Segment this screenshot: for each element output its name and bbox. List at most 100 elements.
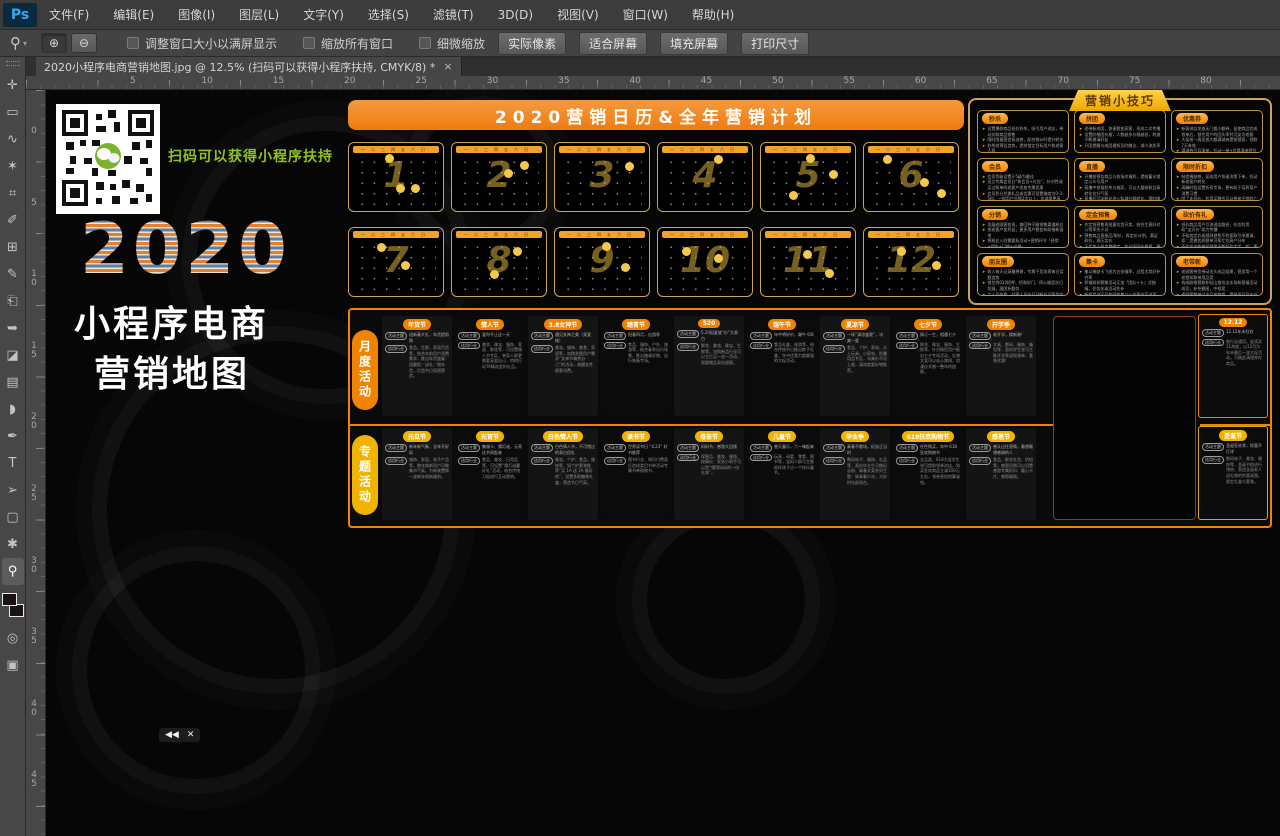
menu-item-3D[interactable]: 3D(D) [486,0,545,30]
eraser-tool[interactable]: ◪ [2,342,24,369]
screen-mode-button[interactable]: ▣ [2,652,24,679]
document-tab-bar: 2020小程序电商营销地图.jpg @ 12.5% (扫码可以获得小程序扶持, … [26,57,1280,76]
industry-row: 适用行业数码电子、服饰、礼品等，面向毕业生可做纪念册、青春文案系列主题：致青春少… [823,457,887,485]
bullet-text: 先定钱预售再批量拉货开卖，结合生意好对公等率先小试 [1084,222,1161,233]
theme-row: 活动主题集福卡、猜灯谜，元宵佳节闹起来 [458,444,522,455]
activity-card-title: 元旦节 [403,431,431,442]
foreground-color[interactable] [2,593,17,606]
bullet-text: 大促前一周发放大额满减券提前锁客，领取7天有效 [1181,137,1258,148]
palette-grip[interactable] [6,61,20,66]
tip-card-bullet: ➤满减券引导凑单，拉动一单+优惠凑单提升客单价 [1176,148,1258,152]
document-canvas[interactable]: 扫码可以获得小程序扶持2020小程序电商营销地图2020营销日历&全年营销计划一… [46,90,1280,836]
magic-wand-tool[interactable]: ✶ [2,153,24,180]
theme-tag: 活动主题 [896,444,918,452]
lasso-tool[interactable]: ∿ [2,126,24,153]
industry-text: 美妆、服饰、美食、家居等，加购发掘用户需求“女神节犒赏自己”的活动，唤醒女性顾客… [555,345,595,373]
zoom-tool-icon[interactable]: ⚲ [10,34,21,52]
industry-row: 适用行业全品类，618大促学生党可提前领券进店，购买狂欢商品立减300元左右，领… [896,457,960,485]
menu-item-选择[interactable]: 选择(S) [356,0,421,30]
media-overlay[interactable]: ◀◀ ✕ [159,728,200,742]
menu-item-滤镜[interactable]: 滤镜(T) [421,0,486,30]
shape-tool[interactable]: ▢ [2,504,24,531]
theme-text: 收开学，焕新装! [993,332,1023,338]
clone-stamp-tool[interactable]: ⎗ [2,288,24,315]
menu-item-图层[interactable]: 图层(L) [227,0,291,30]
calendar-weekday-header: 一二三四五六日 [559,146,645,153]
bullet-text: 低价商品用户引流进店路径，任务利用砍“宝贝价”助力传播 [1181,222,1258,233]
color-swatches[interactable] [2,591,24,621]
checkbox[interactable] [303,37,315,49]
zoom-out-button[interactable]: ⊖ [71,33,97,53]
industry-tag: 适用行业 [677,454,699,462]
theme-text: 阳春四月，出游季 [628,332,660,338]
bullet-text: 积福知如裂聚活动正加「团队+卡」式抽福，任务化或活动先补 [1084,280,1161,291]
eyedropper-tool[interactable]: ✐ [2,207,24,234]
bullet-text: 满减券引导凑单，拉动一单+优惠凑单提升客单价 [1181,148,1258,152]
options-button[interactable]: 填充屏幕 [660,32,728,55]
zoom-tool[interactable]: ⚲ [2,558,24,585]
tip-card: 优惠券➤新客进店发放无门槛小额券，促使商品完成首单后，锁住用户的回头率并沉淀为老… [1171,110,1263,153]
tip-card-bullet: ➤预售商品直接品/限价，再定价计划，满足砍价，再压实价 [1079,233,1161,244]
healing-brush-tool[interactable]: ⊞ [2,234,24,261]
menu-item-图像[interactable]: 图像(I) [166,0,227,30]
marquee-tool[interactable]: ▭ [2,99,24,126]
theme-row: 活动主题一场“清凉盛夏”，冰爽一夏 [823,332,887,343]
theme-text: 任性购买，年中 618 狂欢购物节 [920,444,960,455]
blur-tool[interactable]: ◗ [2,396,24,423]
menu-item-文件[interactable]: 文件(F) [37,0,101,30]
close-icon[interactable]: ✕ [187,730,195,740]
menu-item-文字[interactable]: 文字(Y) [291,0,356,30]
menu-item-帮助[interactable]: 帮助(H) [680,0,746,30]
rewind-icon[interactable]: ◀◀ [165,730,179,740]
options-button[interactable]: 实际像素 [498,32,566,55]
option-checkbox-group: 缩放所有窗口 [303,35,393,52]
tip-card-bullet: ➤积福知如裂聚活动正加「团队+卡」式抽福，任务化或活动先补 [1079,280,1161,291]
industry-text: 食品、美妆、日用品等，可设置“猜灯谜赢好礼”活动，结合传统习俗进行互动营销。 [482,457,522,479]
ruler-tick-label: 5 [130,76,136,86]
theme-tag: 活动主题 [385,332,407,340]
ripple-decoration [86,560,306,780]
calendar-month: 一二三四五六日9 [554,227,650,297]
bullet-icon: ➤ [1079,174,1082,185]
industry-row: 适用行业数码电子、美妆、服饰等，圣诞节前进行预热，营造圣诞老人送礼物的惊喜氛围，… [1202,456,1264,484]
calendar-month-number: 10 [658,240,752,281]
calendar-highlight-dot [396,184,405,193]
type-tool[interactable]: T [2,450,24,477]
options-bar: ⚲ ▾ ⊕ ⊖ 调整窗口大小以满屏显示缩放所有窗口细微缩放 实际像素适合屏幕填充… [0,30,1280,57]
photoshop-logo: Ps [3,3,37,27]
band-divider [350,424,1054,426]
tab-close-icon[interactable]: × [443,60,452,73]
hand-tool[interactable]: ✱ [2,531,24,558]
checkbox[interactable] [419,37,431,49]
zoom-in-button[interactable]: ⊕ [41,33,67,53]
options-button[interactable]: 适合屏幕 [579,32,647,55]
theme-text: 一场“清凉盛夏”，冰爽一夏 [847,332,887,343]
move-tool[interactable]: ✛ [2,72,24,99]
pen-tool[interactable]: ✒ [2,423,24,450]
activity-card: 12.12活动主题12.12年末狂欢适用行业各行业通用，延续双11热度，以12月… [1198,314,1268,418]
document-tab[interactable]: 2020小程序电商营销地图.jpg @ 12.5% (扫码可以获得小程序扶持, … [36,57,462,76]
bullet-icon: ➤ [1079,233,1082,244]
activity-card-title: 儿童节 [768,431,796,442]
history-brush-tool[interactable]: ➥ [2,315,24,342]
gradient-tool[interactable]: ▤ [2,369,24,396]
options-button[interactable]: 打印尺寸 [741,32,809,55]
tip-card-label: 会员 [982,161,1008,172]
bullet-text: 收入每天记录最想做，专属干货发表每日话题造势 [987,269,1064,280]
activity-card: 踏青节活动主题阳春四月，出游季适用行业食品、服饰、户外、旅游等，结合春季出行场景… [601,316,671,416]
menu-item-视图[interactable]: 视图(V) [545,0,611,30]
menu-bar: Ps 文件(F)编辑(E)图像(I)图层(L)文字(Y)选择(S)滤镜(T)3D… [0,0,1280,30]
path-selection-tool[interactable]: ➢ [2,477,24,504]
activity-card: 毕业季活动主题青春不散场，纪念正当时适用行业数码电子、服饰、礼品等，面向毕业生可… [820,428,890,520]
quick-mask-button[interactable]: ◎ [2,625,24,652]
menu-item-编辑[interactable]: 编辑(E) [101,0,166,30]
tool-preset-caret-icon[interactable]: ▾ [23,39,27,48]
theme-tag: 活动主题 [1202,329,1224,337]
industry-row: 适用行业图书行业、知识付费类打造成类目书单活动专属书单购物节。 [604,457,668,474]
checkbox[interactable] [127,37,139,49]
bullet-text: 构成联络营和补贴山推拉出本场和营福活动成功，补充截图，中档案 [1181,280,1258,291]
crop-tool[interactable]: ⌗ [2,180,24,207]
brush-tool[interactable]: ✎ [2,261,24,288]
bullet-text: 老顾客带货带动出头成品组建，营造用一个老锁如和带用品案 [1181,269,1258,280]
menu-item-窗口[interactable]: 窗口(W) [611,0,680,30]
